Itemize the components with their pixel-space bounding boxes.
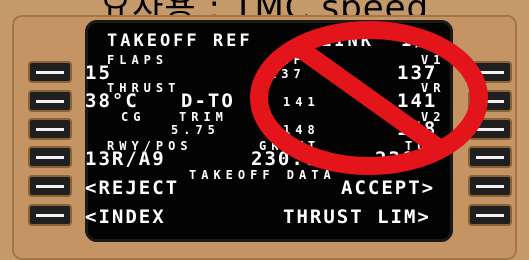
lsk-right-1[interactable] xyxy=(470,63,510,81)
lsk-bar xyxy=(36,128,64,131)
cg-label: CG xyxy=(121,110,146,124)
lsk-left-5[interactable] xyxy=(30,177,70,195)
lsk-bar xyxy=(36,100,64,103)
lsk-right-5[interactable] xyxy=(470,177,510,195)
page-title: TAKEOFF REF xyxy=(107,31,253,51)
lsk-bar xyxy=(476,185,504,188)
lsk-right-4[interactable] xyxy=(470,148,510,166)
lsk-bar xyxy=(476,100,504,103)
lsk-left-1[interactable] xyxy=(30,63,70,81)
lsk-right-6[interactable] xyxy=(470,206,510,224)
ref-label: REF xyxy=(269,53,306,67)
flaps-label: FLAPS xyxy=(107,53,169,67)
cdu-screen: TAKEOFF REF LINK 1/2 FLAPS REF V1 15 137… xyxy=(85,20,453,242)
lsk-left-6[interactable] xyxy=(30,206,70,224)
ref-vr-value: 141 xyxy=(283,95,320,109)
thrust-mode-value[interactable]: D-TO xyxy=(181,92,235,111)
lsk-bar xyxy=(476,71,504,74)
vr-value[interactable]: 141 xyxy=(397,92,437,111)
v2-value[interactable]: 148 xyxy=(397,120,437,139)
lsk-bar xyxy=(476,156,504,159)
thrust-lim-prompt[interactable]: THRUST LIM> xyxy=(283,208,431,227)
lsk-right-2[interactable] xyxy=(470,92,510,110)
lsk-bar xyxy=(36,185,64,188)
gross-weight-value[interactable]: 230.0 xyxy=(251,150,318,169)
trim-value: 5.75 xyxy=(171,123,220,137)
rwy-pos-value[interactable]: 13R/A9 xyxy=(85,150,166,169)
lsk-left-2[interactable] xyxy=(30,92,70,110)
page-number: 1/2 xyxy=(401,31,441,51)
lsk-bar xyxy=(476,214,504,217)
index-prompt[interactable]: <INDEX xyxy=(85,208,166,227)
datalink-status: LINK xyxy=(321,31,374,51)
lsk-bar xyxy=(36,214,64,217)
reject-prompt[interactable]: <REJECT xyxy=(85,179,179,198)
lsk-left-3[interactable] xyxy=(30,120,70,138)
lsk-left-4[interactable] xyxy=(30,148,70,166)
lsk-bar xyxy=(36,156,64,159)
ref-v1-value: 137 xyxy=(269,67,306,81)
accept-prompt[interactable]: ACCEPT> xyxy=(341,179,435,198)
thrust-temp-value[interactable]: 38°C xyxy=(85,92,139,111)
lsk-right-3[interactable] xyxy=(470,120,510,138)
tog-value[interactable]: 230 xyxy=(375,150,415,169)
ref-v2-value: 148 xyxy=(283,123,320,137)
lsk-bar xyxy=(476,128,504,131)
takeoff-data-label: TAKEOFF DATA xyxy=(189,168,336,182)
trim-label: TRIM xyxy=(179,110,228,124)
lsk-bar xyxy=(36,71,64,74)
